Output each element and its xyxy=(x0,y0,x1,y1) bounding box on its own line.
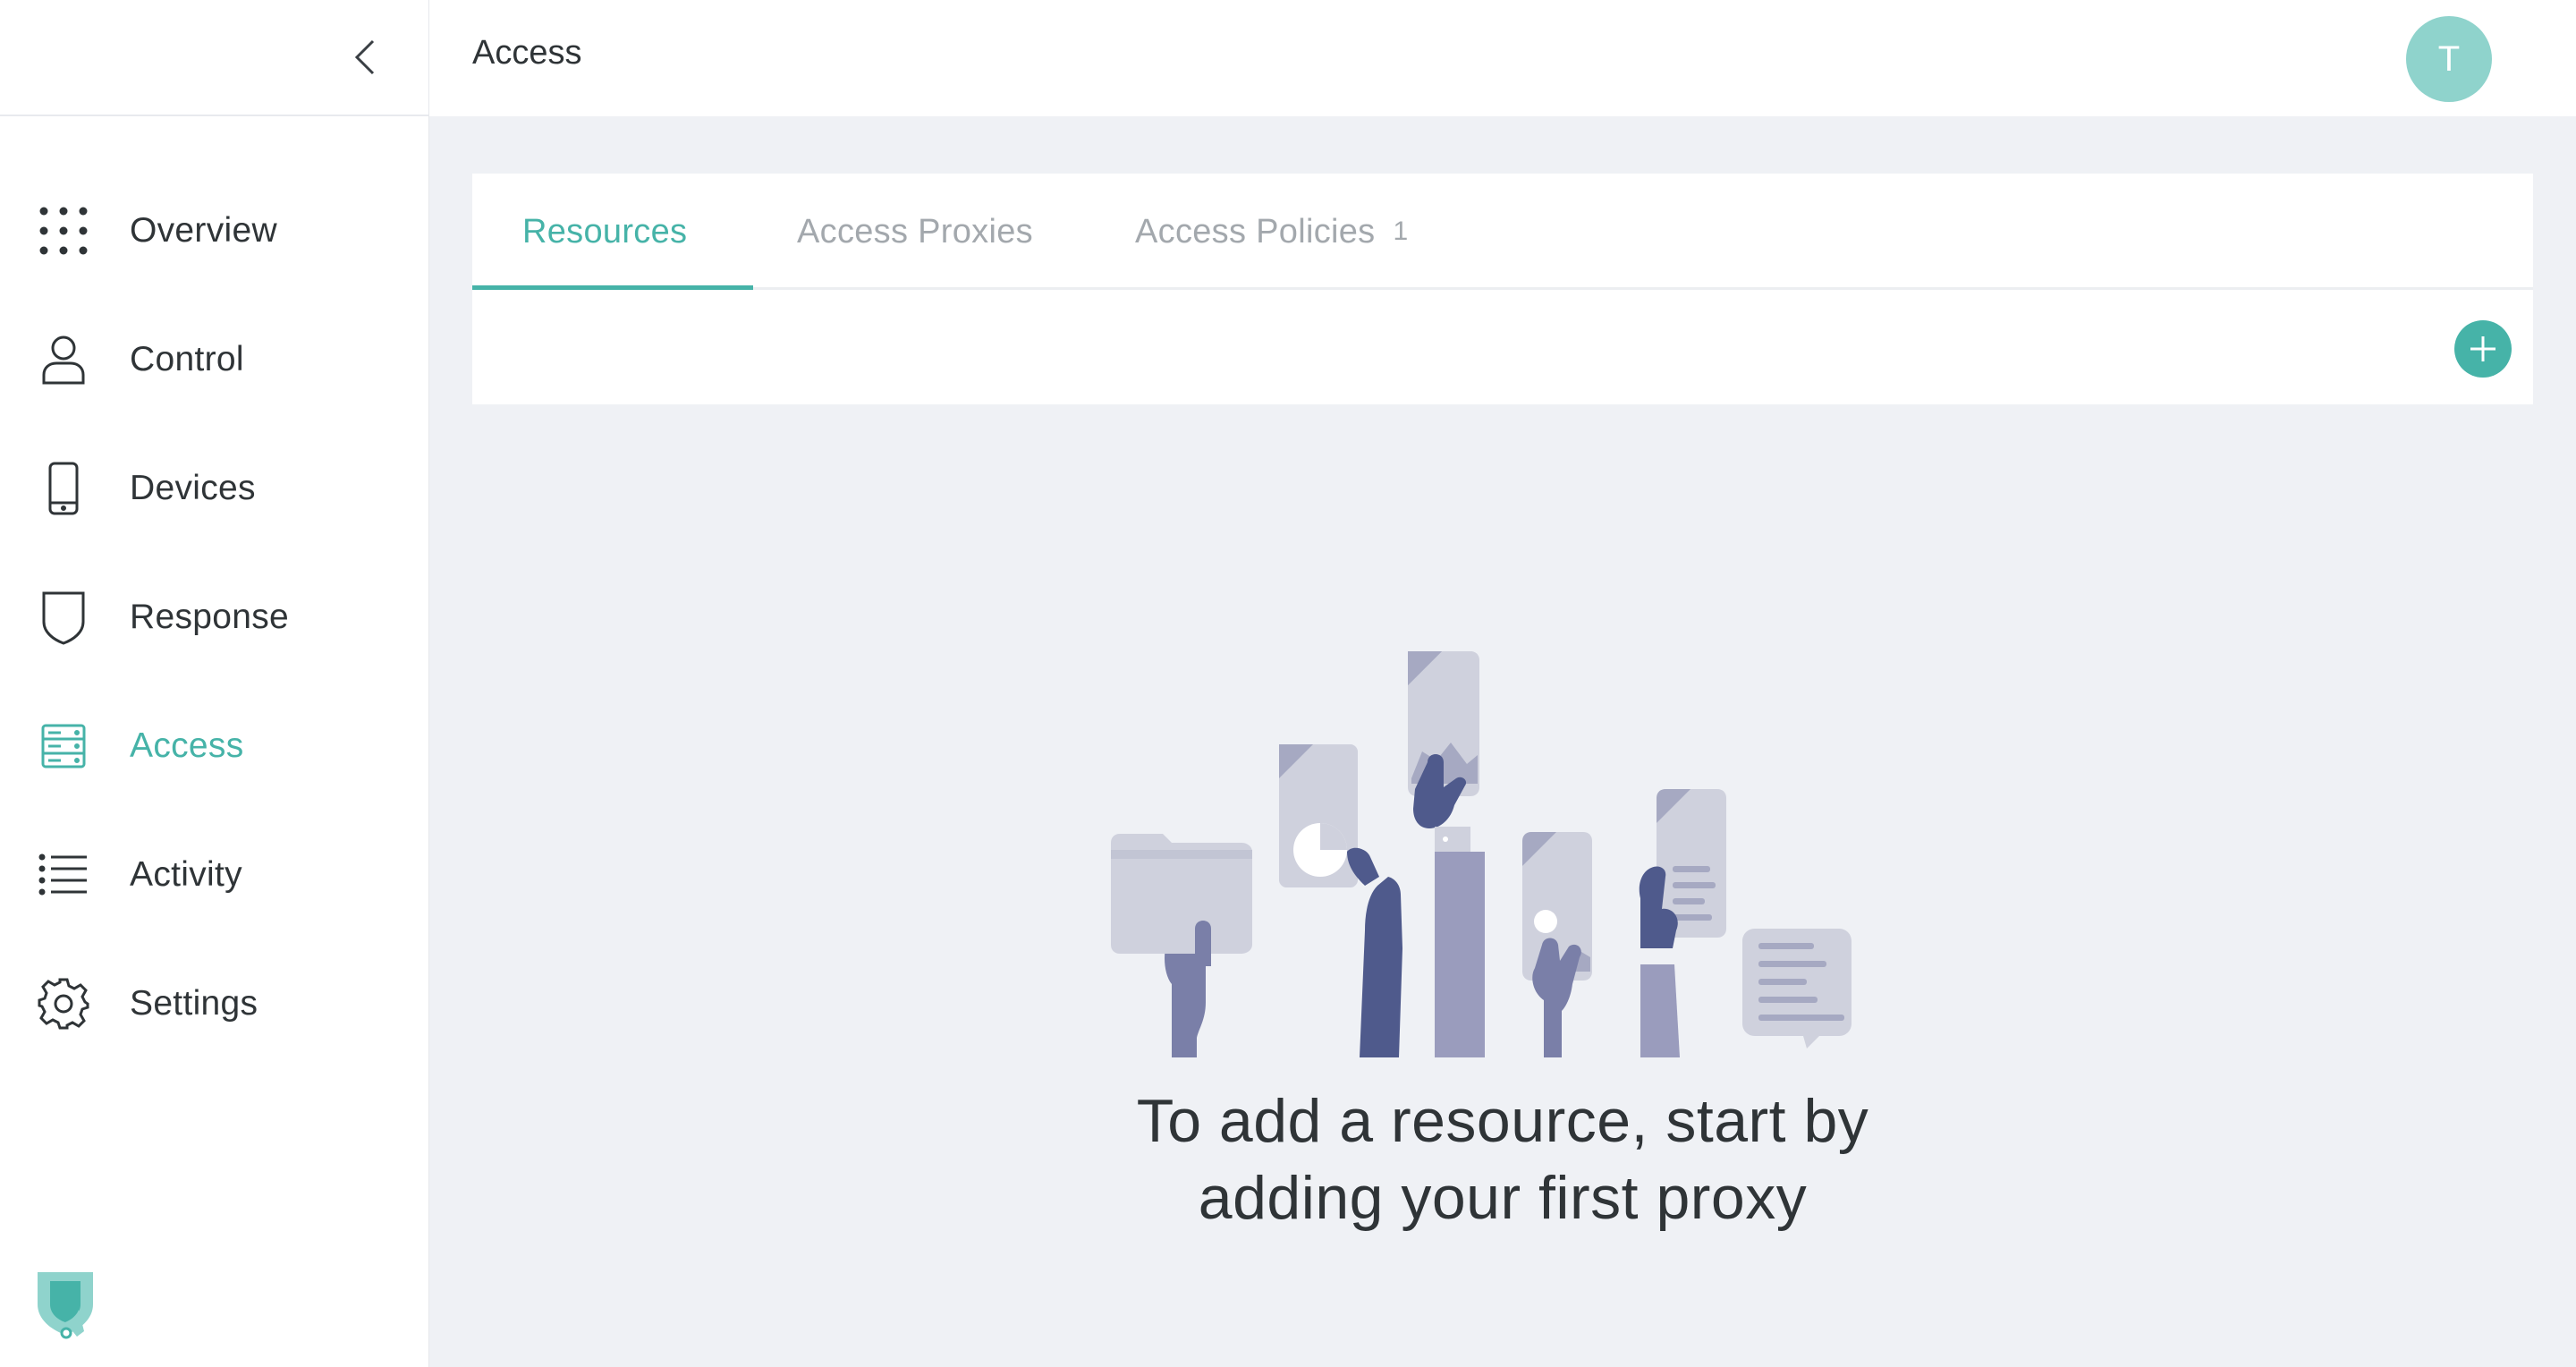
sidebar-item-access[interactable]: Access xyxy=(0,682,429,811)
empty-state-line-2: adding your first proxy xyxy=(1198,1164,1808,1232)
sidebar-item-settings[interactable]: Settings xyxy=(0,939,429,1068)
sidebar-item-label: Devices xyxy=(130,469,256,507)
gear-icon xyxy=(36,976,91,1032)
brand-shield-icon xyxy=(38,1272,93,1339)
list-icon xyxy=(36,847,91,903)
page-title: Access xyxy=(472,34,582,72)
empty-state-illustration xyxy=(1100,644,1941,1057)
add-resource-button[interactable] xyxy=(2454,320,2512,378)
tab-bar: Resources Access Proxies Access Policies… xyxy=(472,174,2533,290)
empty-state-message: To add a resource, start by adding your … xyxy=(1055,1083,1950,1236)
server-icon xyxy=(36,718,91,774)
brand-logo xyxy=(34,1269,97,1340)
sidebar-item-devices[interactable]: Devices xyxy=(0,424,429,553)
sidebar-item-label: Settings xyxy=(130,984,258,1023)
tab-label: Access Proxies xyxy=(797,212,1033,250)
sidebar-header xyxy=(0,0,428,116)
sidebar-item-overview[interactable]: Overview xyxy=(0,166,429,295)
sidebar-item-control[interactable]: Control xyxy=(0,295,429,424)
plus-icon xyxy=(2470,336,2496,361)
sidebar-item-label: Overview xyxy=(130,211,277,250)
sidebar-item-activity[interactable]: Activity xyxy=(0,811,429,939)
tab-label: Resources xyxy=(522,212,688,250)
top-header: Access T xyxy=(429,0,2576,116)
tab-count-badge: 1 xyxy=(1393,217,1409,246)
chevron-left-icon xyxy=(354,39,375,75)
tab-access-proxies[interactable]: Access Proxies xyxy=(797,174,1033,290)
avatar[interactable]: T xyxy=(2406,16,2492,102)
grid-dots-icon xyxy=(36,203,91,259)
sidebar-nav: Overview Control Devices Response Access… xyxy=(0,166,429,1068)
sidebar-item-label: Activity xyxy=(130,855,242,894)
resources-card: Resources Access Proxies Access Policies… xyxy=(472,174,2533,404)
phone-icon xyxy=(36,461,91,516)
shield-icon xyxy=(36,590,91,645)
tab-access-policies[interactable]: Access Policies 1 xyxy=(1135,174,1408,290)
sidebar-item-response[interactable]: Response xyxy=(0,553,429,682)
active-tab-indicator xyxy=(472,285,753,290)
tab-label: Access Policies xyxy=(1135,212,1376,250)
sidebar-item-label: Response xyxy=(130,598,290,636)
person-icon xyxy=(36,332,91,387)
sidebar: Overview Control Devices Response Access… xyxy=(0,0,429,1367)
tab-resources[interactable]: Resources xyxy=(522,174,687,290)
sidebar-item-label: Access xyxy=(130,726,244,765)
sidebar-item-label: Control xyxy=(130,340,244,378)
empty-state-line-1: To add a resource, start by xyxy=(1136,1087,1869,1155)
collapse-sidebar-button[interactable] xyxy=(345,38,385,77)
